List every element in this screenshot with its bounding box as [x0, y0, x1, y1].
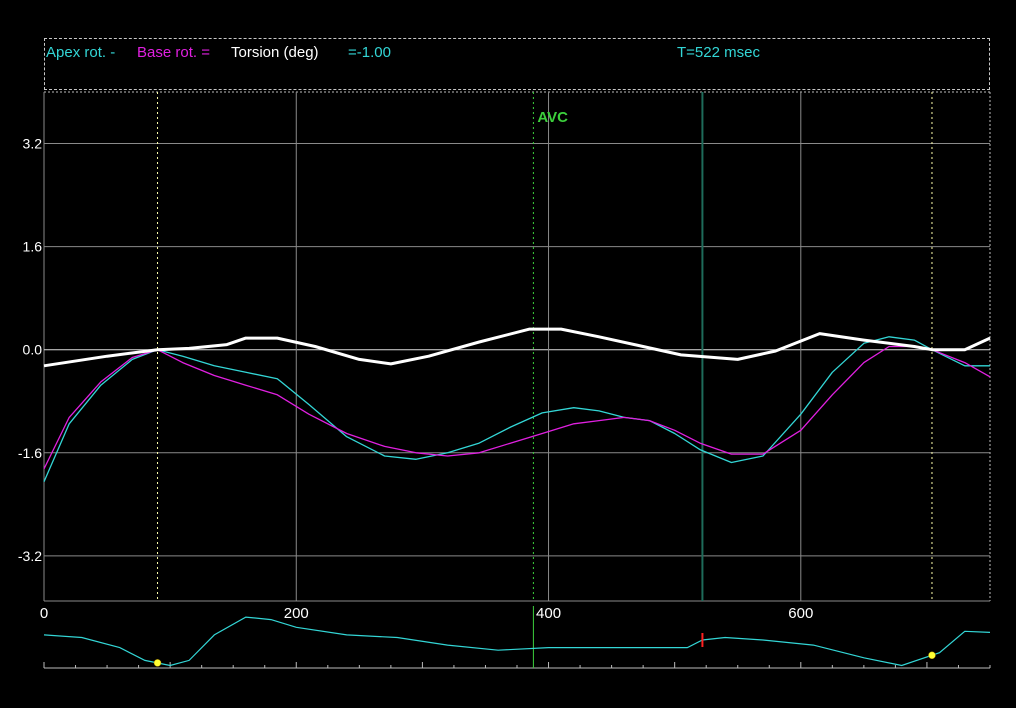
tick-labels: 3.2 1.6 0.0 -1.6 -3.2 0 200 400 600 AVC	[18, 109, 813, 622]
y-tick-label: -1.6	[18, 445, 42, 461]
x-tick-label: 0	[40, 605, 48, 622]
x-tick-label: 400	[536, 605, 561, 622]
x-tick-label: 600	[788, 605, 813, 622]
rotation-chart: 3.2 1.6 0.0 -1.6 -3.2 0 200 400 600 AVC	[18, 91, 991, 669]
apex-rotation-line	[43, 336, 990, 483]
series-layer	[43, 327, 991, 483]
y-tick-label: 1.6	[23, 239, 43, 255]
grid	[43, 91, 991, 602]
torsion-line	[43, 327, 991, 368]
avc-label: AVC	[537, 109, 568, 126]
ecg-trace	[43, 616, 991, 667]
x-tick-label: 200	[284, 605, 309, 622]
y-tick-label: -3.2	[18, 548, 42, 564]
y-tick-label: 3.2	[23, 136, 43, 152]
base-rotation-line	[43, 345, 991, 470]
ecg-strip	[43, 606, 991, 669]
ecg-cycle-dot	[928, 651, 936, 660]
ecg-cycle-dot	[153, 659, 162, 667]
y-tick-label: 0.0	[23, 342, 43, 358]
